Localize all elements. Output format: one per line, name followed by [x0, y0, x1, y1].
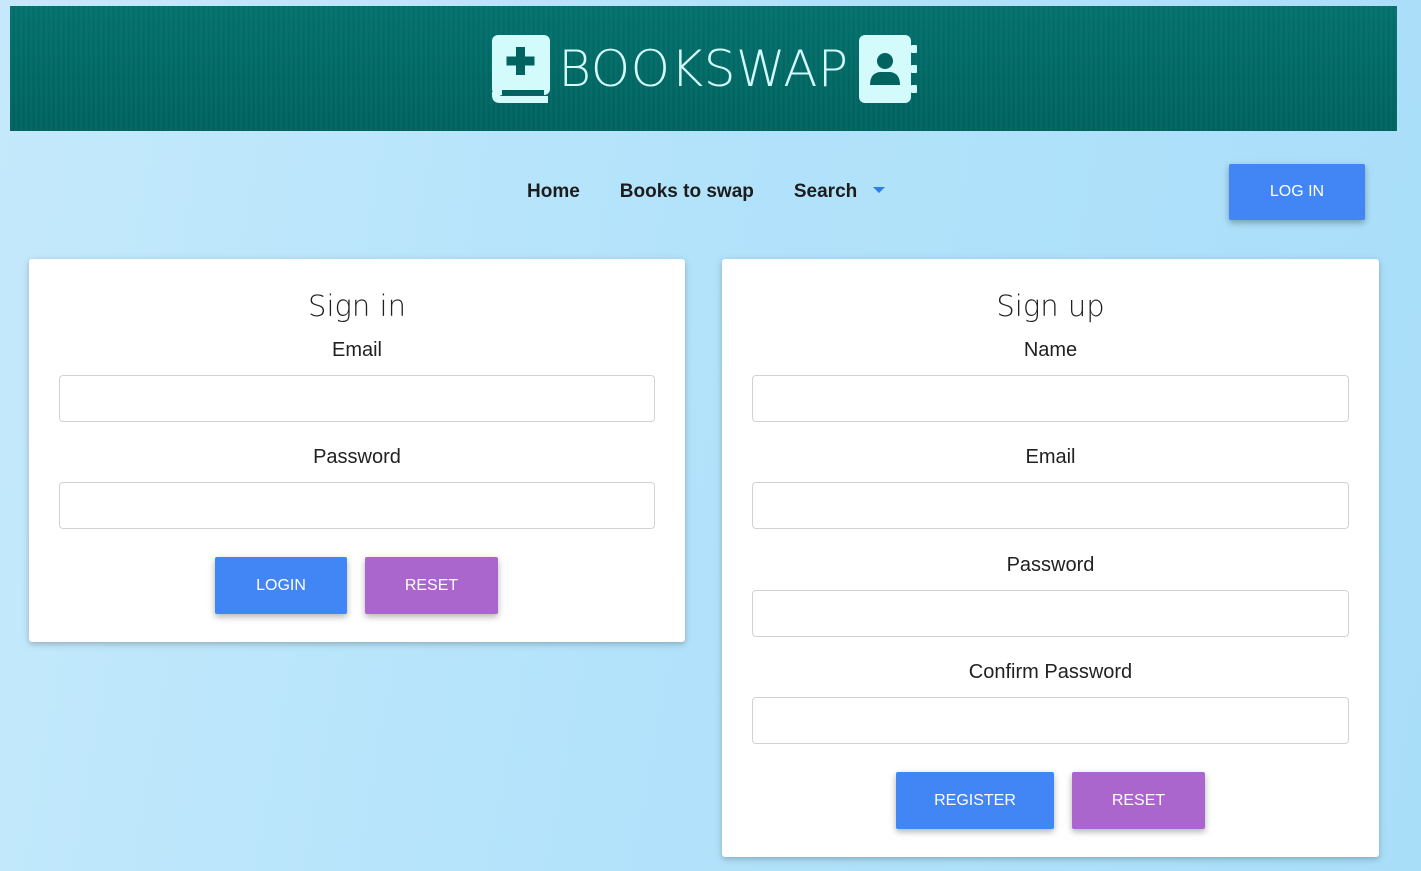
- login-button[interactable]: LOGIN: [215, 557, 347, 614]
- login-nav-button[interactable]: LOG IN: [1229, 164, 1365, 220]
- brand[interactable]: BOOKSWAP: [490, 34, 917, 103]
- caret-down-icon: [873, 186, 886, 193]
- nav-home-label: Home: [527, 181, 580, 202]
- main-nav: Home Books to swap Search LOG IN: [0, 164, 1421, 220]
- signup-password-label: Password: [1006, 554, 1095, 576]
- register-button[interactable]: REGISTER: [896, 772, 1054, 829]
- signin-email-label: Email: [331, 339, 382, 361]
- signin-card: Sign in Email Password LOGIN RESET: [29, 259, 685, 642]
- nav-search-dropdown[interactable]: Search: [774, 181, 905, 203]
- signup-name-input[interactable]: [752, 375, 1349, 422]
- signup-email-input[interactable]: [752, 482, 1349, 529]
- signup-name-label: Name: [1023, 339, 1078, 361]
- signup-card: Sign up Name Email Password Confirm Pass…: [722, 259, 1379, 857]
- nav-books-to-swap[interactable]: Books to swap: [600, 181, 774, 203]
- signup-confirm-label: Confirm Password: [968, 661, 1133, 683]
- nav-books-label: Books to swap: [619, 181, 754, 202]
- signup-title: Sign up: [996, 289, 1105, 323]
- signup-password-input[interactable]: [752, 590, 1349, 637]
- nav-home[interactable]: Home: [507, 181, 600, 203]
- signin-title: Sign in: [308, 289, 406, 323]
- address-book-icon: [857, 34, 917, 103]
- brand-title: BOOKSWAP: [558, 39, 849, 98]
- signin-password-input[interactable]: [59, 482, 655, 529]
- signin-password-label: Password: [313, 446, 401, 468]
- signup-confirm-input[interactable]: [752, 697, 1349, 744]
- signup-reset-button[interactable]: RESET: [1072, 772, 1205, 829]
- nav-links: Home Books to swap Search: [507, 164, 905, 220]
- header-banner: BOOKSWAP: [10, 6, 1397, 131]
- nav-search-label: Search: [793, 181, 858, 202]
- book-medical-icon: [490, 34, 551, 103]
- signup-email-label: Email: [1025, 446, 1076, 468]
- signin-reset-button[interactable]: RESET: [365, 557, 498, 614]
- signin-email-input[interactable]: [59, 375, 655, 422]
